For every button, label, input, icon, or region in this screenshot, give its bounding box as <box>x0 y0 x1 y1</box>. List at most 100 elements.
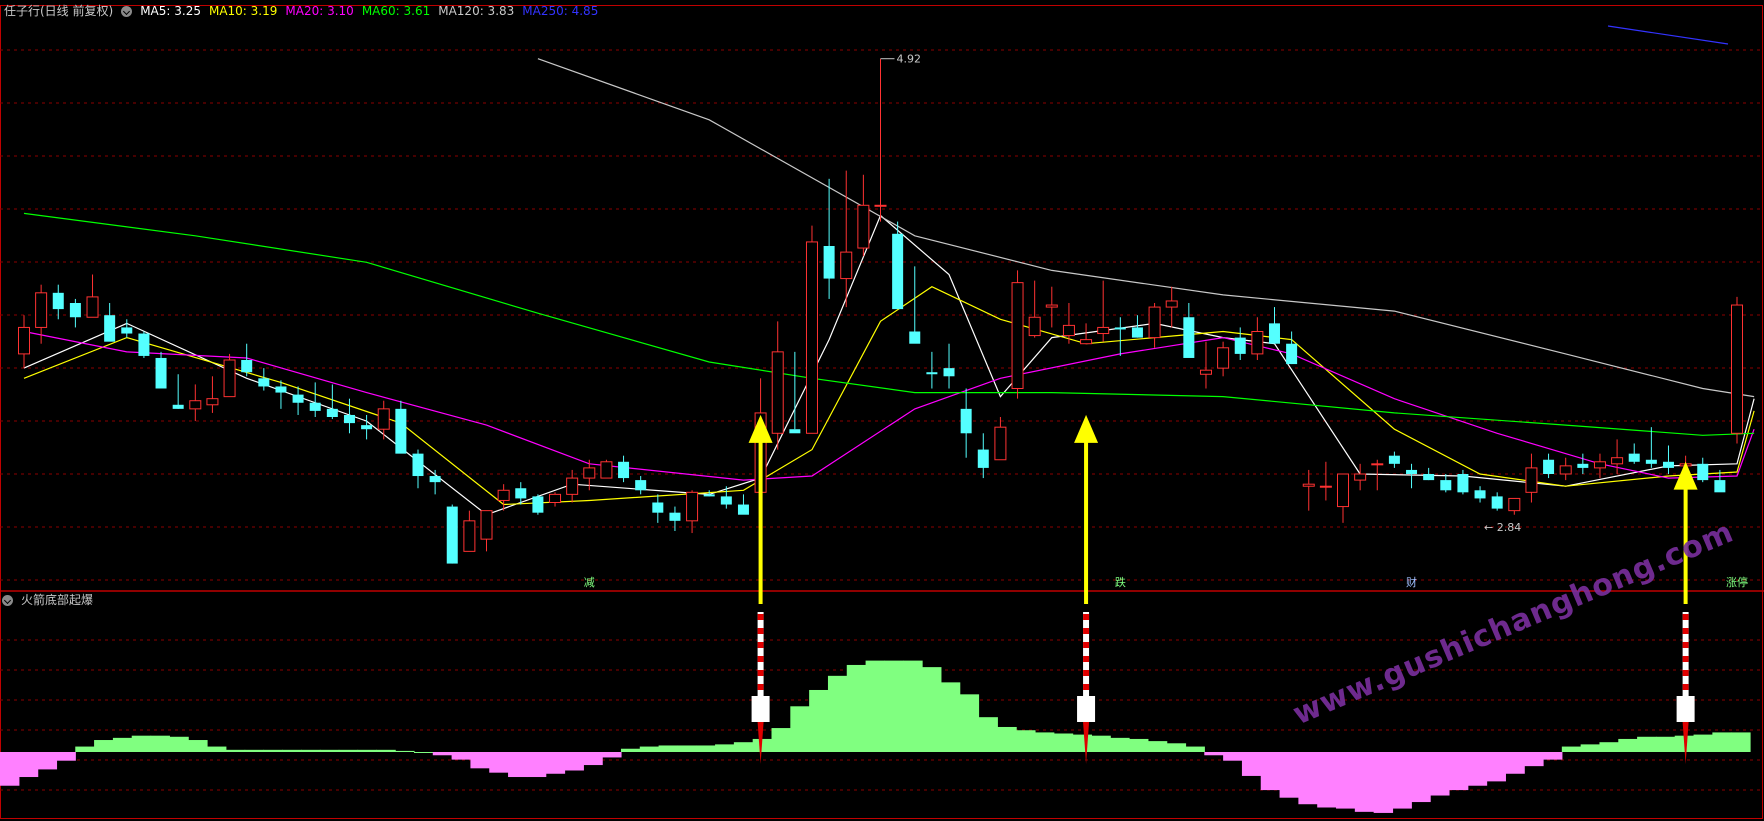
indicator-bar <box>903 660 923 752</box>
ma-line-ma5 <box>23 214 1755 516</box>
candle-body-up <box>1371 463 1384 466</box>
candle-body-up <box>1045 304 1058 308</box>
indicator-bar <box>1204 752 1224 756</box>
indicator-bar <box>827 675 848 752</box>
indicator-bar <box>489 752 509 773</box>
indicator-bar <box>959 694 980 752</box>
candle-body-down <box>737 504 749 515</box>
candle-body-up <box>549 493 562 504</box>
settings-dropdown-icon[interactable] <box>121 6 133 17</box>
rocket-stripe <box>757 642 764 648</box>
indicator-bar <box>922 667 942 752</box>
candle-body-up <box>1062 324 1075 337</box>
candle-body-up <box>1217 347 1230 369</box>
rocket-stripe <box>1682 642 1689 648</box>
candle-body-up <box>1337 473 1350 508</box>
candle-body-up <box>857 204 870 249</box>
indicator-bar <box>564 752 584 771</box>
candle-body-up <box>771 351 784 434</box>
indicator-bar <box>1241 752 1262 776</box>
candle-body-up <box>86 296 99 318</box>
indicator-bar <box>225 749 246 752</box>
candle-body-up <box>1302 483 1315 487</box>
event-marker: 涨停 <box>1726 575 1748 589</box>
indicator-bar <box>583 752 603 766</box>
candle-body-down <box>69 303 81 318</box>
candle-body-down <box>241 360 253 373</box>
indicator-bar <box>1072 734 1092 752</box>
indicator-bar <box>865 660 886 752</box>
indicator-bar <box>338 749 359 752</box>
candle-body-down <box>515 488 527 499</box>
indicator-bar <box>1467 752 1488 786</box>
candle-body-up <box>1611 457 1624 465</box>
candle-body-down <box>343 414 355 424</box>
indicator-bar <box>1543 752 1563 760</box>
indicator-bar <box>696 745 716 752</box>
indicator-bar <box>809 689 829 752</box>
indicator-bar <box>37 752 58 770</box>
indicator-bar <box>1731 732 1751 752</box>
rocket-base <box>751 696 770 722</box>
indicator-bar <box>677 745 697 752</box>
high-price-label: 4.92 <box>897 53 922 66</box>
indicator-bar <box>545 752 566 774</box>
candle-body-down <box>892 233 904 310</box>
chart-canvas[interactable]: 4.92 ← 2.84 减 跌 财 涨停 <box>0 0 1764 821</box>
candle-body-down <box>1543 459 1555 474</box>
rocket-stripe <box>1682 628 1689 634</box>
indicator-bar <box>75 746 95 752</box>
candle-body-down <box>926 372 938 375</box>
event-marker: 减 <box>584 576 595 589</box>
candle-body-up <box>189 400 202 410</box>
candle-body-up <box>1028 316 1041 337</box>
candle-body-down <box>292 394 304 403</box>
indicator-bar <box>1336 752 1356 809</box>
candle-body-up <box>1199 369 1212 375</box>
rocket-stripe <box>757 684 764 690</box>
candle-body-down <box>1697 463 1709 481</box>
ma-legend-item: MA250: 4.85 <box>522 4 599 18</box>
indicator-bar <box>1317 752 1337 808</box>
rocket-stripe <box>1682 670 1689 676</box>
candle-body-down <box>52 292 64 310</box>
signal-arrow-head <box>1074 414 1099 443</box>
indicator-bar <box>1053 733 1074 752</box>
indicator-bar <box>1599 742 1619 752</box>
candle-body-up <box>463 520 476 552</box>
indicator-bar <box>1016 730 1036 752</box>
candle-body-up <box>497 489 510 501</box>
indicator-bar <box>357 749 377 752</box>
candle-body-up <box>583 467 596 479</box>
indicator-title: 火箭底部起爆 <box>21 593 94 607</box>
ma-line-ma10 <box>23 286 1755 506</box>
indicator-bar <box>1091 735 1111 752</box>
indicator-bar <box>301 749 321 752</box>
rocket-stripe <box>1682 614 1689 620</box>
ma-line-ma250 <box>1607 25 1729 45</box>
ma-line-ma120 <box>537 58 1755 398</box>
candle-body-down <box>172 404 184 409</box>
rocket-stripe <box>1682 656 1689 662</box>
candle-body-down <box>703 494 715 497</box>
candle-body-down <box>823 246 835 279</box>
candle-body-down <box>532 496 544 513</box>
candle-body-up <box>686 491 699 522</box>
low-price-label: ← 2.84 <box>1484 521 1521 534</box>
candle-body-down <box>1286 343 1298 365</box>
candle-body-down <box>412 453 424 477</box>
candle-body-up <box>805 241 818 434</box>
candle-body-up <box>35 292 48 328</box>
indicator-bar <box>1260 752 1281 791</box>
indicator-bar <box>978 717 998 752</box>
candle-body-up <box>1319 485 1332 488</box>
indicator-bar <box>752 738 773 752</box>
candle-body-down <box>446 506 458 564</box>
indicator-bar <box>1580 744 1601 752</box>
indicator-dropdown-icon[interactable] <box>2 595 13 606</box>
rocket-stripe <box>757 670 764 676</box>
indicator-bar <box>1354 752 1375 812</box>
indicator-bar <box>940 682 961 752</box>
candle-body-down <box>943 368 955 377</box>
candle-body-down <box>361 425 373 430</box>
